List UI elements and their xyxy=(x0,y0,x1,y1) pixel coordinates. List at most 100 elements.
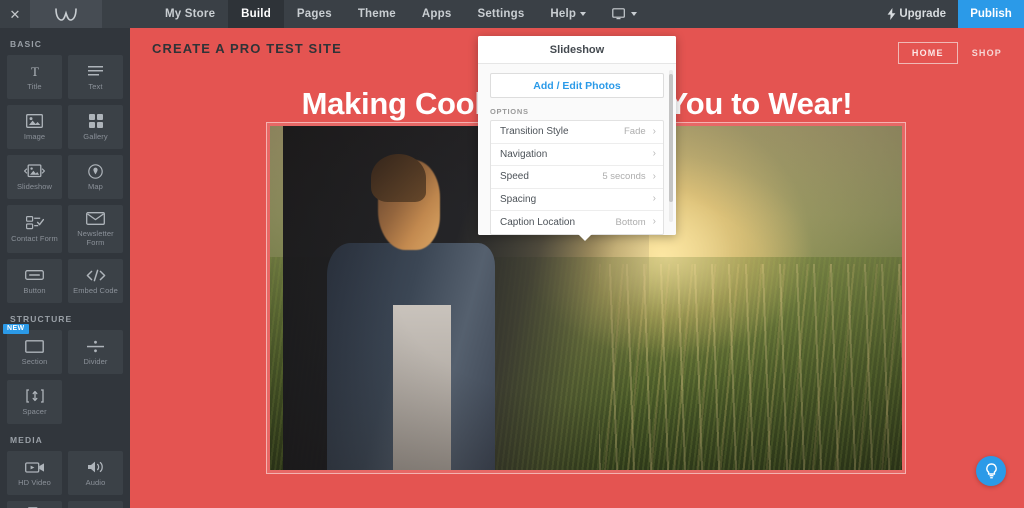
nav-label: Build xyxy=(241,8,271,20)
help-tips-button[interactable] xyxy=(976,456,1006,486)
elements-sidebar[interactable]: BASIC T Title Text Image Gallery Slidesh… xyxy=(0,28,130,508)
top-bar-right: Upgrade Publish xyxy=(875,0,1024,28)
sidebar-item-label: Slideshow xyxy=(16,181,53,191)
sidebar-item-label: Image xyxy=(23,131,46,141)
sidebar-item-label: HD Video xyxy=(18,477,51,487)
add-edit-photos-button[interactable]: Add / Edit Photos xyxy=(490,73,664,98)
video-camera-icon xyxy=(24,459,45,476)
nav-item-settings[interactable]: Settings xyxy=(464,0,537,28)
chevron-right-icon: › xyxy=(652,193,656,205)
option-row-spacing[interactable]: Spacing › xyxy=(491,189,663,211)
device-preview-selector[interactable] xyxy=(599,0,650,28)
panel-body: Add / Edit Photos OPTIONS Transition Sty… xyxy=(478,64,676,235)
svg-text:T: T xyxy=(31,64,39,78)
sidebar-item-image[interactable]: Image xyxy=(7,105,62,149)
sidebar-item-label: Divider xyxy=(83,356,108,366)
gallery-grid-icon xyxy=(88,113,103,130)
site-nav-item-home[interactable]: HOME xyxy=(897,42,958,64)
embed-code-icon xyxy=(86,267,106,284)
text-lines-icon xyxy=(88,63,103,80)
panel-scrollbar-thumb[interactable] xyxy=(669,74,673,202)
sidebar-section-heading-basic: BASIC xyxy=(10,39,42,49)
sidebar-item-label: Audio xyxy=(85,477,106,487)
new-badge: NEW xyxy=(3,324,29,334)
option-label: Speed xyxy=(500,171,529,183)
nav-item-build[interactable]: Build xyxy=(228,0,284,28)
desktop-monitor-icon xyxy=(612,7,626,19)
nav-item-my-store[interactable]: My Store xyxy=(152,0,228,28)
button-icon xyxy=(25,267,44,284)
section-rect-icon xyxy=(25,338,44,355)
option-value: Fade xyxy=(624,126,646,138)
sidebar-item-audio[interactable]: Audio xyxy=(68,451,123,495)
sidebar-item-button[interactable]: Button xyxy=(7,259,62,303)
sidebar-item-label: Title xyxy=(27,81,42,91)
sidebar-item-label: Section xyxy=(21,356,48,366)
contact-form-icon xyxy=(25,215,44,232)
sidebar-item-newsletter-form[interactable]: Newsletter Form xyxy=(68,205,123,253)
nav-label: Theme xyxy=(357,8,396,20)
site-nav: HOME SHOP xyxy=(897,41,1002,64)
option-row-caption-location[interactable]: Caption Location Bottom › xyxy=(491,211,663,234)
sidebar-item-slideshow[interactable]: Slideshow xyxy=(7,155,62,199)
sidebar-item-section[interactable]: NEW Section xyxy=(3,324,62,374)
nav-item-help[interactable]: Help xyxy=(537,0,599,28)
sidebar-item-youtube[interactable]: YouTube xyxy=(68,501,123,508)
chevron-right-icon: › xyxy=(652,125,656,137)
option-row-speed[interactable]: Speed 5 seconds › xyxy=(491,166,663,189)
nav-item-theme[interactable]: Theme xyxy=(345,0,409,28)
option-label: Transition Style xyxy=(500,126,569,138)
sidebar-item-gallery[interactable]: Gallery xyxy=(68,105,123,149)
option-row-transition-style[interactable]: Transition Style Fade › xyxy=(491,121,663,144)
option-value: 5 seconds xyxy=(602,171,646,183)
weebly-logo[interactable] xyxy=(30,0,102,28)
envelope-icon xyxy=(86,210,105,227)
panel-pointer-arrow xyxy=(578,234,592,241)
divider-icon xyxy=(87,338,104,355)
speaker-icon xyxy=(87,459,105,476)
upgrade-label: Upgrade xyxy=(899,8,946,20)
nav-label: Apps xyxy=(421,8,452,20)
nav-item-apps[interactable]: Apps xyxy=(409,0,465,28)
option-value: Bottom xyxy=(615,216,646,228)
lightbulb-icon xyxy=(985,463,997,479)
options-list: Transition Style Fade › Navigation › Spe… xyxy=(490,120,664,235)
upgrade-button[interactable]: Upgrade xyxy=(875,0,958,28)
slideshow-icon xyxy=(24,163,45,180)
chevron-down-icon xyxy=(580,12,587,16)
sidebar-item-label: Gallery xyxy=(83,131,108,141)
top-bar: ✕ My Store Build Pages Theme Apps Settin… xyxy=(0,0,1024,28)
sidebar-item-label: Spacer xyxy=(22,406,47,416)
sidebar-item-hd-video[interactable]: HD Video xyxy=(7,451,62,495)
close-editor-button[interactable]: ✕ xyxy=(0,0,30,28)
sidebar-item-scribd-document[interactable]: Scribd Document xyxy=(7,501,62,508)
options-label: OPTIONS xyxy=(490,107,529,116)
sidebar-item-map[interactable]: Map xyxy=(68,155,123,199)
publish-button[interactable]: Publish xyxy=(958,0,1024,28)
nav-item-pages[interactable]: Pages xyxy=(284,0,345,28)
slideshow-settings-panel[interactable]: Slideshow Add / Edit Photos OPTIONS Tran… xyxy=(478,36,676,235)
sidebar-item-label: Map xyxy=(88,181,103,191)
chevron-right-icon: › xyxy=(652,170,656,182)
sidebar-section-media: HD Video Audio xyxy=(0,451,130,508)
sidebar-item-title[interactable]: T Title xyxy=(7,55,62,99)
panel-title: Slideshow xyxy=(478,36,676,64)
chevron-right-icon: › xyxy=(652,216,656,228)
weebly-editor-app: ✕ My Store Build Pages Theme Apps Settin… xyxy=(0,0,1024,508)
option-label: Caption Location xyxy=(500,216,576,228)
option-row-navigation[interactable]: Navigation › xyxy=(491,144,663,166)
sidebar-item-divider[interactable]: Divider xyxy=(68,330,123,374)
sidebar-item-text[interactable]: Text xyxy=(68,55,123,99)
option-label: Spacing xyxy=(500,193,537,205)
sidebar-item-contact-form[interactable]: Contact Form xyxy=(7,205,62,253)
sidebar-item-spacer[interactable]: Spacer xyxy=(7,380,62,424)
sidebar-item-label: Embed Code xyxy=(73,285,118,295)
sidebar-section-structure: NEW Section Divider Spacer xyxy=(0,324,130,424)
chevron-right-icon: › xyxy=(652,148,656,160)
sidebar-section-basic: T Title Text Image Gallery Slideshow Map… xyxy=(0,55,130,303)
nav-label: Pages xyxy=(296,8,332,20)
spacer-icon xyxy=(25,388,44,405)
sidebar-item-embed-code[interactable]: Embed Code xyxy=(68,259,123,303)
site-nav-item-shop[interactable]: SHOP xyxy=(972,43,1002,63)
page-title: CREATE A PRO TEST SITE xyxy=(152,41,342,56)
